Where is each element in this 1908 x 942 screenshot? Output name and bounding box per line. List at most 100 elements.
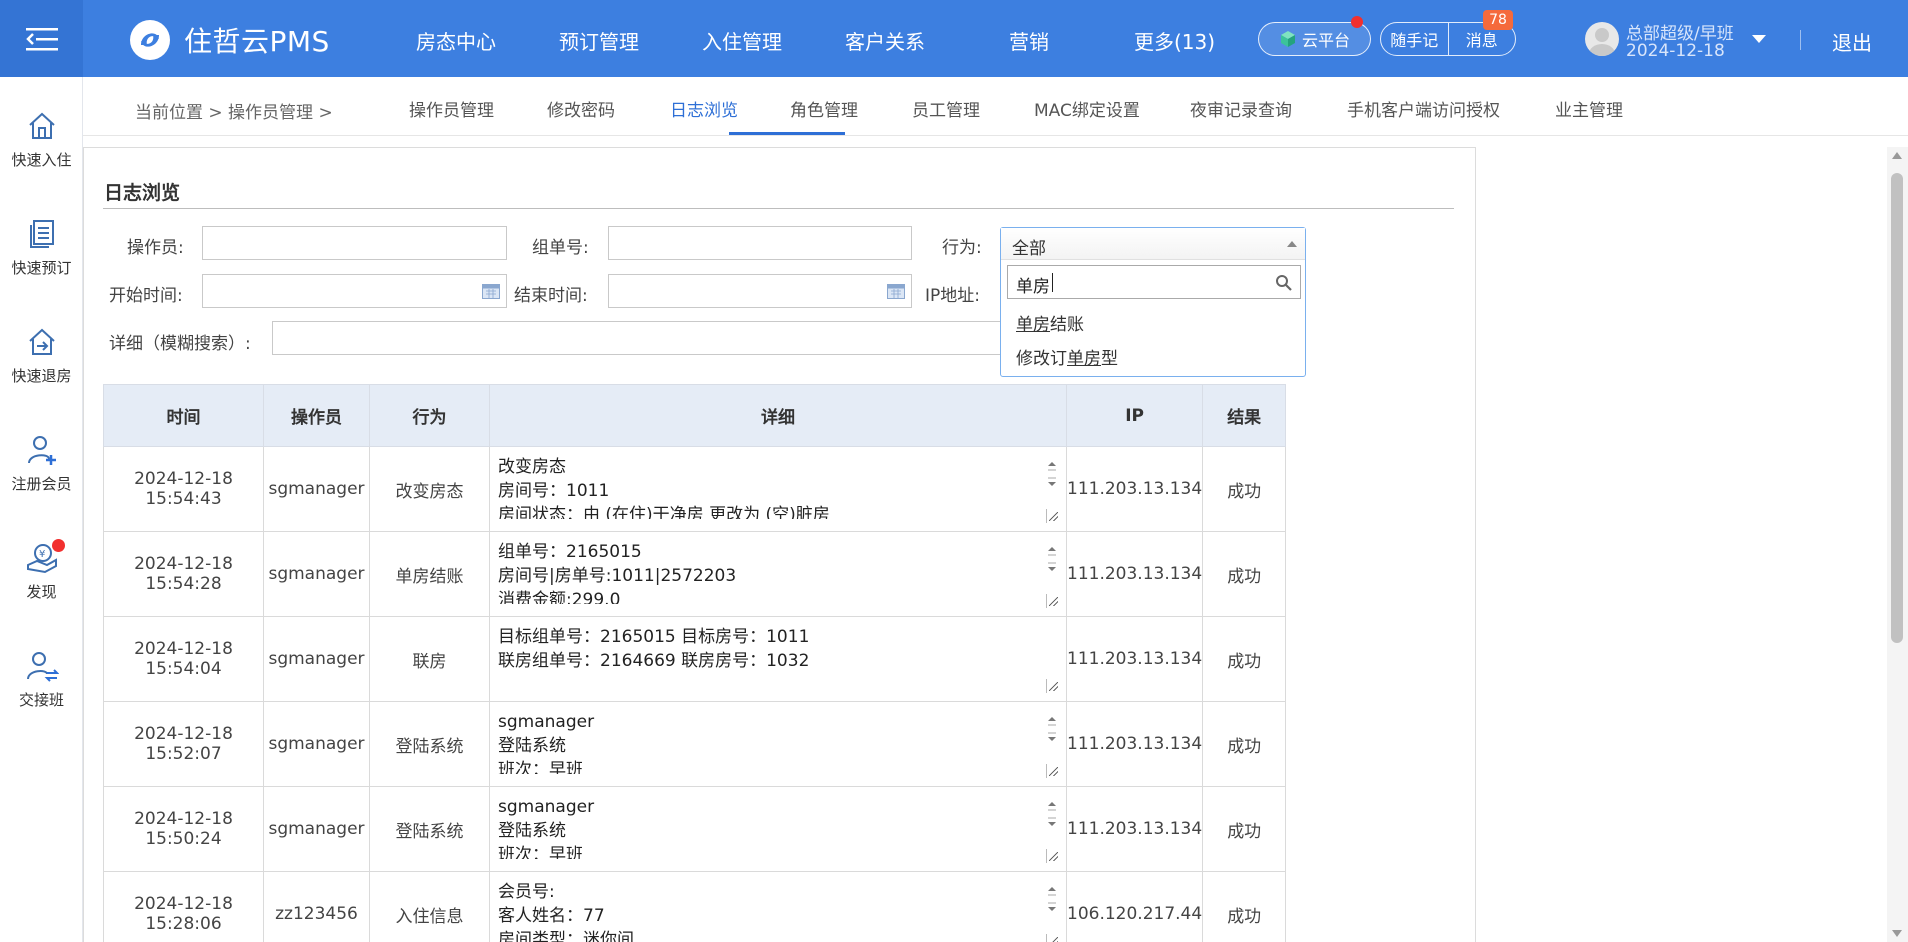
result-cell: 成功 [1202, 446, 1287, 532]
scroll-arrows-icon[interactable] [1046, 884, 1058, 914]
detail-search-label: 详细（模糊搜索）: [109, 334, 251, 354]
table-row[interactable]: 2024-12-18 15:28:06 zz123456 入住信息 会员号: 客人姓名：… [103, 871, 1287, 942]
column-header-time[interactable]: 时间 [103, 384, 264, 447]
table-row[interactable]: 2024-12-18 15:54:28 sgmanager 单房结账 组单号：21650… [103, 531, 1287, 617]
tab-mac-binding[interactable]: MAC绑定设置 [1034, 96, 1140, 121]
scroll-up-icon[interactable] [1892, 152, 1902, 159]
resize-handle-icon[interactable] [1046, 934, 1060, 942]
action-select[interactable]: 全部 [1001, 228, 1305, 260]
action-option[interactable]: 修改订单房型 [1016, 344, 1118, 369]
scroll-down-icon[interactable] [1892, 930, 1902, 937]
ip-cell: 111.203.13.134 [1065, 701, 1204, 787]
divider [103, 208, 1454, 209]
menu-collapse-icon [25, 27, 58, 50]
calendar-icon[interactable] [887, 283, 905, 299]
detail-search-input[interactable] [272, 321, 1012, 355]
time-cell: 2024-12-18 15:54:04 [103, 616, 264, 702]
end-time-input[interactable] [608, 274, 912, 308]
action-option[interactable]: 单房结账 [1016, 310, 1084, 335]
sidebar-item-label: 交接班 [18, 691, 64, 709]
calendar-icon[interactable] [482, 283, 500, 299]
column-header-detail[interactable]: 详细 [489, 384, 1067, 447]
resize-handle-icon[interactable] [1046, 764, 1060, 778]
column-header-result[interactable]: 结果 [1202, 384, 1287, 447]
home-icon [28, 112, 55, 139]
detail-textarea[interactable]: sgmanager 登陆系统 班次：早班 [490, 787, 1066, 859]
detail-textarea[interactable]: 组单号：2165015 房间号|房单号:1011|2572203 消费金额:29… [490, 532, 1066, 604]
sidebar-item-quick-checkout[interactable]: 快速退房 [0, 325, 83, 386]
tab-change-password[interactable]: 修改密码 [547, 96, 615, 121]
log-table: 时间 操作员 行为 详细 IP 结果 2024-12-18 15:54:43 sgm… [103, 384, 1287, 942]
result-cell: 成功 [1202, 616, 1287, 702]
page-scrollbar[interactable] [1887, 147, 1908, 942]
table-header-row: 时间 操作员 行为 详细 IP 结果 [103, 384, 1287, 447]
column-header-ip[interactable]: IP [1065, 384, 1204, 447]
column-header-operator[interactable]: 操作员 [263, 384, 370, 447]
menu-toggle-button[interactable] [0, 0, 83, 77]
tab-operator-management[interactable]: 操作员管理 [409, 96, 494, 121]
text-cursor [1052, 273, 1053, 292]
start-time-label: 开始时间: [109, 286, 183, 306]
table-row[interactable]: 2024-12-18 15:54:04 sgmanager 联房 目标组单号：21650… [103, 616, 1287, 702]
tab-night-audit-records[interactable]: 夜审记录查询 [1190, 96, 1292, 121]
sidebar-item-register-member[interactable]: 注册会员 [0, 433, 83, 494]
page-title: 日志浏览 [104, 182, 181, 204]
table-row[interactable]: 2024-12-18 15:50:24 sgmanager 登陆系统 sgmanager… [103, 786, 1287, 872]
option-prefix: 修改订 [1016, 349, 1067, 369]
tab-role-management[interactable]: 角色管理 [790, 96, 858, 121]
nav-checkin[interactable]: 入住管理 [702, 26, 782, 55]
avatar[interactable] [1585, 22, 1619, 56]
scroll-arrows-icon[interactable] [1046, 459, 1058, 489]
tab-log-browse[interactable]: 日志浏览 [670, 96, 738, 121]
notes-button[interactable]: 随手记 [1381, 23, 1448, 55]
nav-reservation[interactable]: 预订管理 [559, 26, 639, 55]
logout-button[interactable]: 退出 [1832, 27, 1872, 56]
detail-textarea[interactable]: sgmanager 登陆系统 班次：早班 [490, 702, 1066, 774]
operator-cell: sgmanager [263, 701, 370, 787]
sidebar-item-quick-checkin[interactable]: 快速入住 [0, 109, 83, 170]
ip-cell: 111.203.13.134 [1065, 446, 1204, 532]
option-match: 单房 [1016, 315, 1050, 335]
sidebar-item-quick-booking[interactable]: 快速预订 [0, 217, 83, 278]
action-cell: 登陆系统 [369, 786, 490, 872]
column-header-action[interactable]: 行为 [369, 384, 490, 447]
table-row[interactable]: 2024-12-18 15:54:43 sgmanager 改变房态 改变房态 房间号：… [103, 446, 1287, 532]
detail-textarea[interactable]: 改变房态 房间号：1011 房间状态：由 (在住)干净房 更改为 (空)脏房 [490, 447, 1066, 519]
detail-textarea[interactable]: 目标组单号：2165015 目标房号：1011 联房组单号：2164669 联房… [490, 617, 1066, 689]
chevron-down-icon[interactable] [1752, 35, 1766, 43]
chevron-up-icon [1287, 241, 1297, 247]
resize-handle-icon[interactable] [1046, 849, 1060, 863]
action-search-input[interactable]: 单房 [1007, 265, 1301, 299]
operator-input[interactable] [202, 226, 507, 260]
nav-room-status[interactable]: 房态中心 [416, 26, 496, 55]
scroll-arrows-icon[interactable] [1046, 799, 1058, 829]
tab-mobile-access-auth[interactable]: 手机客户端访问授权 [1347, 96, 1500, 121]
logo-icon [130, 20, 170, 60]
scroll-arrows-icon[interactable] [1046, 544, 1058, 574]
resize-handle-icon[interactable] [1046, 679, 1060, 693]
group-no-input[interactable] [608, 226, 912, 260]
sidebar-item-shift-handover[interactable]: 交接班 [0, 649, 83, 710]
start-time-input[interactable] [202, 274, 507, 308]
nav-marketing[interactable]: 营销 [1009, 26, 1049, 55]
tab-staff-management[interactable]: 员工管理 [912, 96, 980, 121]
resize-handle-icon[interactable] [1046, 594, 1060, 608]
scrollbar-thumb[interactable] [1891, 173, 1903, 643]
end-time-label: 结束时间: [514, 286, 588, 306]
detail-cell: 目标组单号：2165015 目标房号：1011 联房组单号：2164669 联房… [489, 616, 1067, 702]
ip-cell: 106.120.217.44 [1065, 871, 1204, 942]
table-row[interactable]: 2024-12-18 15:52:07 sgmanager 登陆系统 sgmanager… [103, 701, 1287, 787]
resize-handle-icon[interactable] [1046, 509, 1060, 523]
brand-name: 住哲云PMS [184, 25, 330, 58]
tab-owner-management[interactable]: 业主管理 [1555, 96, 1623, 121]
detail-textarea[interactable]: 会员号: 客人姓名：77 房间类型：迷你间 [490, 872, 1066, 942]
nav-crm[interactable]: 客户关系 [845, 26, 925, 55]
action-select-dropdown[interactable]: 全部 单房 单房结账 修改订单房型 [1000, 227, 1306, 377]
sidebar-item-label: 快速退房 [11, 367, 72, 385]
discover-alert-dot [52, 539, 65, 552]
nav-more[interactable]: 更多(13) [1134, 26, 1215, 55]
scroll-arrows-icon[interactable] [1046, 714, 1058, 744]
sidebar-item-discover[interactable]: ¥ 发现 [0, 541, 83, 602]
detail-cell: sgmanager 登陆系统 班次：早班 [489, 786, 1067, 872]
time-cell: 2024-12-18 15:54:28 [103, 531, 264, 617]
